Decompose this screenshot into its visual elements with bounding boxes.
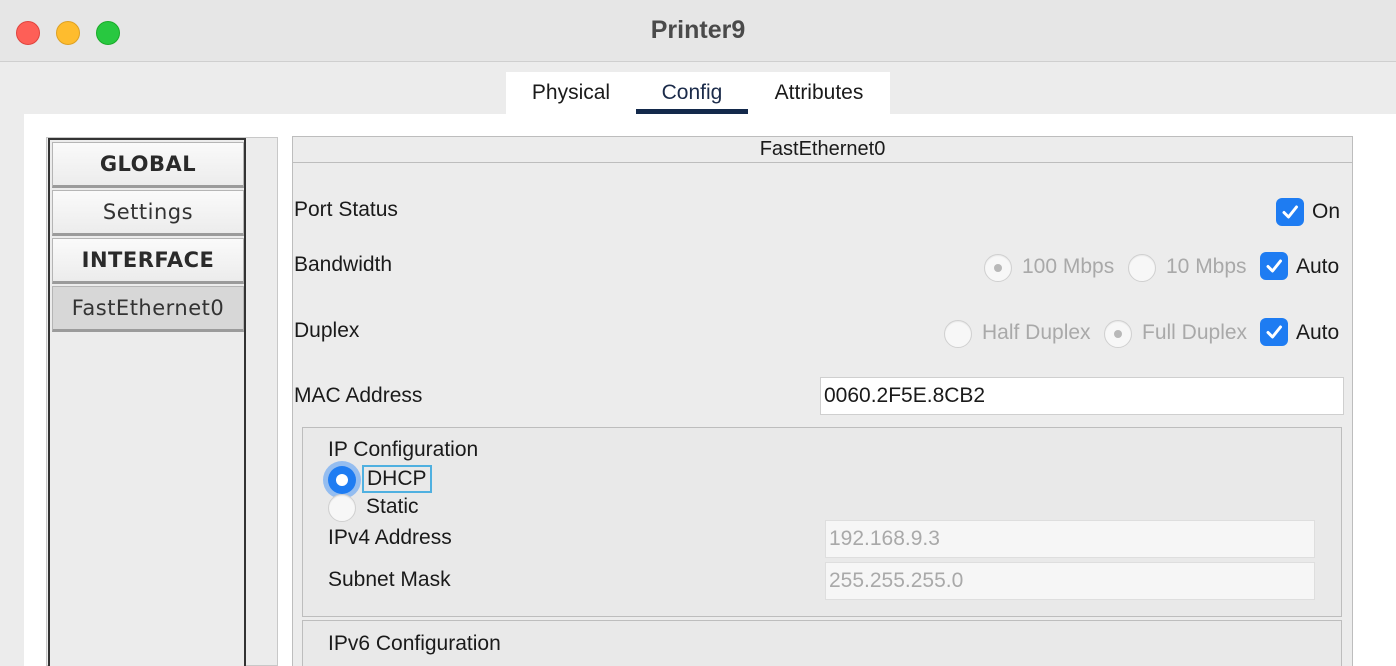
bandwidth-auto-label: Auto <box>1296 255 1340 278</box>
config-nav-list: GLOBAL Settings INTERFACE FastEthernet0 <box>48 138 246 666</box>
checkmark-icon <box>1266 325 1282 339</box>
duplex-half-label: Half Duplex <box>982 321 1091 344</box>
ipv4-address-field[interactable]: 192.168.9.3 <box>825 520 1315 558</box>
nav-item-settings[interactable]: Settings <box>52 190 244 236</box>
port-status-checkbox[interactable] <box>1276 198 1304 226</box>
nav-global-header: GLOBAL <box>52 142 244 188</box>
duplex-half-radio[interactable] <box>944 320 972 348</box>
tab-bar: Physical Config Attributes <box>506 72 890 114</box>
tab-physical[interactable]: Physical <box>506 72 636 114</box>
window-title: Printer9 <box>650 16 746 44</box>
mac-address-label: MAC Address <box>294 384 423 407</box>
tab-attributes[interactable]: Attributes <box>748 72 890 114</box>
ip-configuration-title: IP Configuration <box>328 438 479 461</box>
port-status-on-label: On <box>1312 200 1341 223</box>
bandwidth-label: Bandwidth <box>294 253 393 276</box>
checkmark-icon <box>1282 205 1298 219</box>
mac-address-field[interactable]: 0060.2F5E.8CB2 <box>820 377 1344 415</box>
dhcp-radio[interactable] <box>328 466 356 494</box>
bandwidth-10-label: 10 Mbps <box>1166 255 1247 278</box>
tab-config[interactable]: Config <box>636 72 748 114</box>
port-status-label: Port Status <box>294 198 398 221</box>
duplex-auto-label: Auto <box>1296 321 1340 344</box>
nav-item-fastethernet0[interactable]: FastEthernet0 <box>52 286 244 332</box>
bandwidth-10-radio[interactable] <box>1128 254 1156 282</box>
duplex-full-radio[interactable] <box>1104 320 1132 348</box>
duplex-auto-checkbox[interactable] <box>1260 318 1288 346</box>
panel-title: FastEthernet0 <box>293 137 1352 163</box>
subnet-mask-label: Subnet Mask <box>328 568 451 591</box>
duplex-label: Duplex <box>294 319 360 342</box>
bandwidth-100-label: 100 Mbps <box>1022 255 1115 278</box>
bandwidth-auto-checkbox[interactable] <box>1260 252 1288 280</box>
checkmark-icon <box>1266 259 1282 273</box>
duplex-full-label: Full Duplex <box>1142 321 1248 344</box>
subnet-mask-field[interactable]: 255.255.255.0 <box>825 562 1315 600</box>
title-bar: Printer9 <box>0 0 1396 62</box>
nav-interface-header: INTERFACE <box>52 238 244 284</box>
dhcp-label: DHCP <box>362 465 432 493</box>
ipv6-configuration-title: IPv6 Configuration <box>328 632 501 655</box>
static-label: Static <box>366 495 419 518</box>
ipv4-address-label: IPv4 Address <box>328 526 452 549</box>
static-radio[interactable] <box>328 494 356 522</box>
bandwidth-100-radio[interactable] <box>984 254 1012 282</box>
